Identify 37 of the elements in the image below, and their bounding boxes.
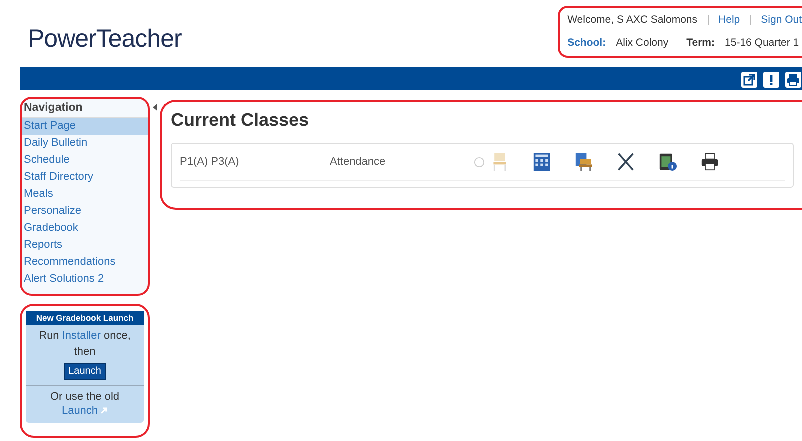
nav-link[interactable]: Staff Directory [22, 169, 148, 186]
clipboard-info-icon[interactable] [659, 152, 677, 172]
header-link[interactable]: Help [718, 14, 740, 26]
print-icon[interactable] [785, 72, 802, 88]
header-link[interactable]: Sign Out [761, 14, 802, 26]
welcome-text: Welcome, S AXC Salomons [568, 14, 698, 26]
old-launch-text: Or use the old [49, 390, 121, 405]
nav-link[interactable]: Meals [22, 186, 148, 203]
launch-button[interactable]: Launch [64, 363, 106, 380]
seating-chart-icon[interactable] [575, 152, 593, 172]
powerteacher-logo: PowerTeacher [28, 25, 182, 54]
old-launch-link[interactable]: Launch [62, 405, 98, 417]
nav-link[interactable]: Recommendations [22, 254, 148, 271]
page-heading: Current Classes [171, 110, 310, 131]
nav-link[interactable]: Reports [22, 237, 148, 254]
term-label: Term: [686, 37, 716, 49]
nav-link[interactable]: Schedule [22, 152, 148, 169]
alert-icon[interactable] [763, 72, 780, 88]
calculator-icon[interactable] [533, 152, 551, 172]
collapse-icon[interactable] [152, 104, 158, 111]
class-course: Attendance [330, 156, 387, 168]
school-name: Alix Colony [616, 37, 669, 49]
tools-icon[interactable] [617, 152, 635, 172]
external-link-icon[interactable] [741, 72, 758, 88]
nav-link[interactable]: Alert Solutions 2 [22, 271, 148, 288]
nav-link[interactable]: Start Page [22, 118, 148, 135]
installer-link[interactable]: Installer [62, 330, 101, 342]
nav-link[interactable]: Gradebook [22, 220, 148, 237]
nav-link[interactable]: Personalize [22, 203, 148, 220]
class-periods: P1(A) P3(A) [180, 156, 240, 168]
term-value: 15-16 Quarter 1 [725, 37, 800, 49]
school-label: School: [568, 37, 606, 49]
print-icon[interactable] [701, 152, 719, 172]
instruction-text: Run Installer once, then [38, 329, 132, 360]
panel-title: New Gradebook Launch [26, 311, 144, 325]
external-link-icon [100, 407, 108, 415]
nav-link[interactable]: Daily Bulletin [22, 135, 148, 152]
